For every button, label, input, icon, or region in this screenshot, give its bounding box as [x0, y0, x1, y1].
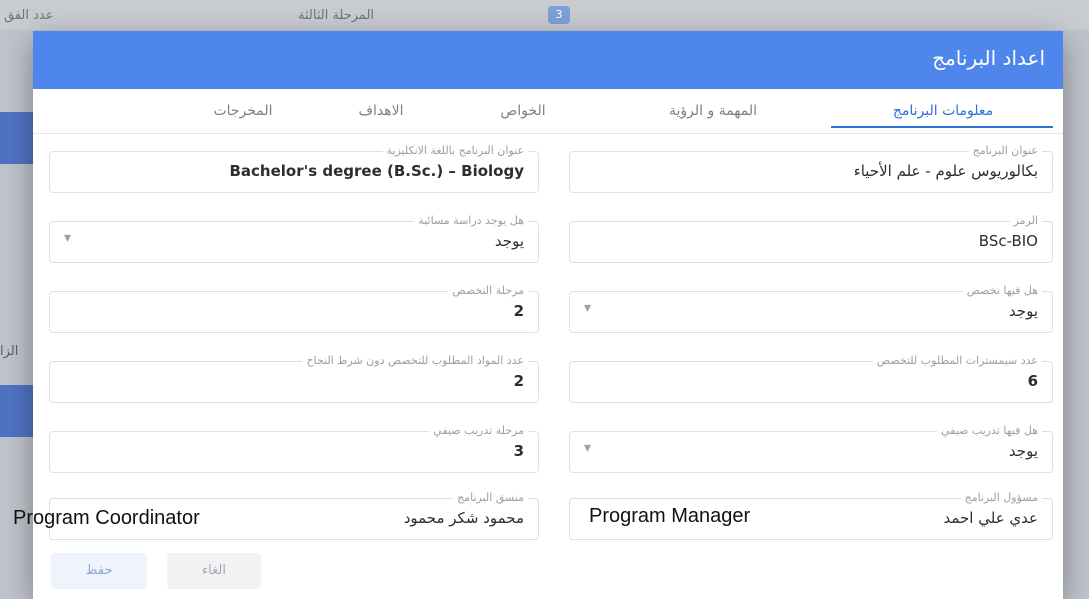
- has-summer-training-label: هل فيها تدريب صيفي: [936, 424, 1042, 437]
- summer-training-stage-field[interactable]: مرحلة تدريب صيفي 3: [49, 424, 539, 473]
- has-specialization-label: هل فيها تخصص: [962, 284, 1042, 297]
- specialization-stage-label: مرحلة التخصص: [448, 284, 528, 297]
- program-coordinator-caption: Program Coordinator: [13, 507, 200, 529]
- has-summer-training-select[interactable]: هل فيها تدريب صيفي يوجد ▾: [569, 424, 1053, 473]
- code-value: BSc-BIO: [978, 232, 1038, 250]
- chevron-down-icon: ▾: [64, 230, 72, 246]
- background-stage-text: المرحلة الثالثة: [298, 8, 375, 23]
- background-side-tab: [0, 112, 34, 164]
- specialization-semesters-value: 6: [1027, 372, 1038, 390]
- background-count-badge: 3: [548, 6, 570, 24]
- program-manager-label: مسؤول البرنامج: [960, 491, 1042, 504]
- program-coordinator-label: منسق البرنامج: [453, 491, 528, 504]
- evening-study-select[interactable]: هل يوجد دراسة مسائية يوجد ▾: [49, 214, 539, 263]
- background-side-tab: [0, 385, 34, 437]
- evening-study-value: يوجد: [494, 232, 524, 250]
- summer-training-stage-label: مرحلة تدريب صيفي: [429, 424, 528, 437]
- has-specialization-select[interactable]: هل فيها تخصص يوجد ▾: [569, 284, 1053, 333]
- program-name-en-value: Bachelor's degree (B.Sc.) – Biology: [229, 162, 524, 180]
- program-name-value: بكالوريوس علوم - علم الأحياء: [853, 162, 1038, 180]
- evening-study-label: هل يوجد دراسة مسائية: [414, 214, 528, 227]
- courses-without-pass-value: 2: [513, 372, 524, 390]
- summer-training-stage-value: 3: [513, 442, 524, 460]
- tab-mission-vision[interactable]: المهمة و الرؤية: [643, 103, 783, 133]
- specialization-stage-field[interactable]: مرحلة التخصص 2: [49, 284, 539, 333]
- program-manager-caption: Program Manager: [589, 505, 751, 527]
- has-specialization-value: يوجد: [1008, 302, 1038, 320]
- specialization-semesters-field[interactable]: عدد سيمسترات المطلوب للتخصص 6: [569, 354, 1053, 403]
- program-name-field[interactable]: عنوان البرنامج بكالوريوس علوم - علم الأح…: [569, 144, 1053, 193]
- courses-without-pass-field[interactable]: عدد المواد المطلوب للتخصص دون شرط النجاح…: [49, 354, 539, 403]
- courses-without-pass-label: عدد المواد المطلوب للتخصص دون شرط النجاح: [302, 354, 528, 367]
- has-summer-training-value: يوجد: [1008, 442, 1038, 460]
- background-column-text: عدد الفق: [4, 8, 54, 23]
- tab-outcomes[interactable]: المخرجات: [183, 103, 303, 133]
- tab-objectives[interactable]: الاهداف: [331, 103, 431, 133]
- specialization-stage-value: 2: [513, 302, 524, 320]
- tab-bar: معلومات البرنامج المهمة و الرؤية الخواص …: [33, 93, 1063, 134]
- program-name-label: عنوان البرنامج: [968, 144, 1042, 157]
- dialog-title: اعداد البرنامج: [932, 46, 1045, 70]
- chevron-down-icon: ▾: [584, 440, 592, 456]
- program-manager-value: عدي علي احمد: [943, 509, 1038, 527]
- program-name-en-field[interactable]: عنوان البرنامج باللغة الانكليزية Bachelo…: [49, 144, 539, 193]
- background-header-strip: [0, 0, 1089, 30]
- active-tab-indicator: [831, 126, 1053, 128]
- cancel-button[interactable]: الغاء: [167, 553, 261, 589]
- dialog-header: اعداد البرنامج: [33, 31, 1063, 89]
- save-button[interactable]: حفظ: [51, 553, 147, 589]
- program-name-en-label: عنوان البرنامج باللغة الانكليزية: [382, 144, 528, 157]
- background-side-text: الزا: [0, 344, 19, 359]
- program-coordinator-value: محمود شكر محمود: [403, 509, 524, 527]
- tab-program-info[interactable]: معلومات البرنامج: [853, 103, 1033, 133]
- tab-properties[interactable]: الخواص: [473, 103, 573, 133]
- code-label: الرمز: [1009, 214, 1042, 227]
- program-settings-dialog: اعداد البرنامج معلومات البرنامج المهمة و…: [13, 31, 1063, 599]
- code-field[interactable]: الرمز BSc-BIO: [569, 214, 1053, 263]
- chevron-down-icon: ▾: [584, 300, 592, 316]
- specialization-semesters-label: عدد سيمسترات المطلوب للتخصص: [872, 354, 1042, 367]
